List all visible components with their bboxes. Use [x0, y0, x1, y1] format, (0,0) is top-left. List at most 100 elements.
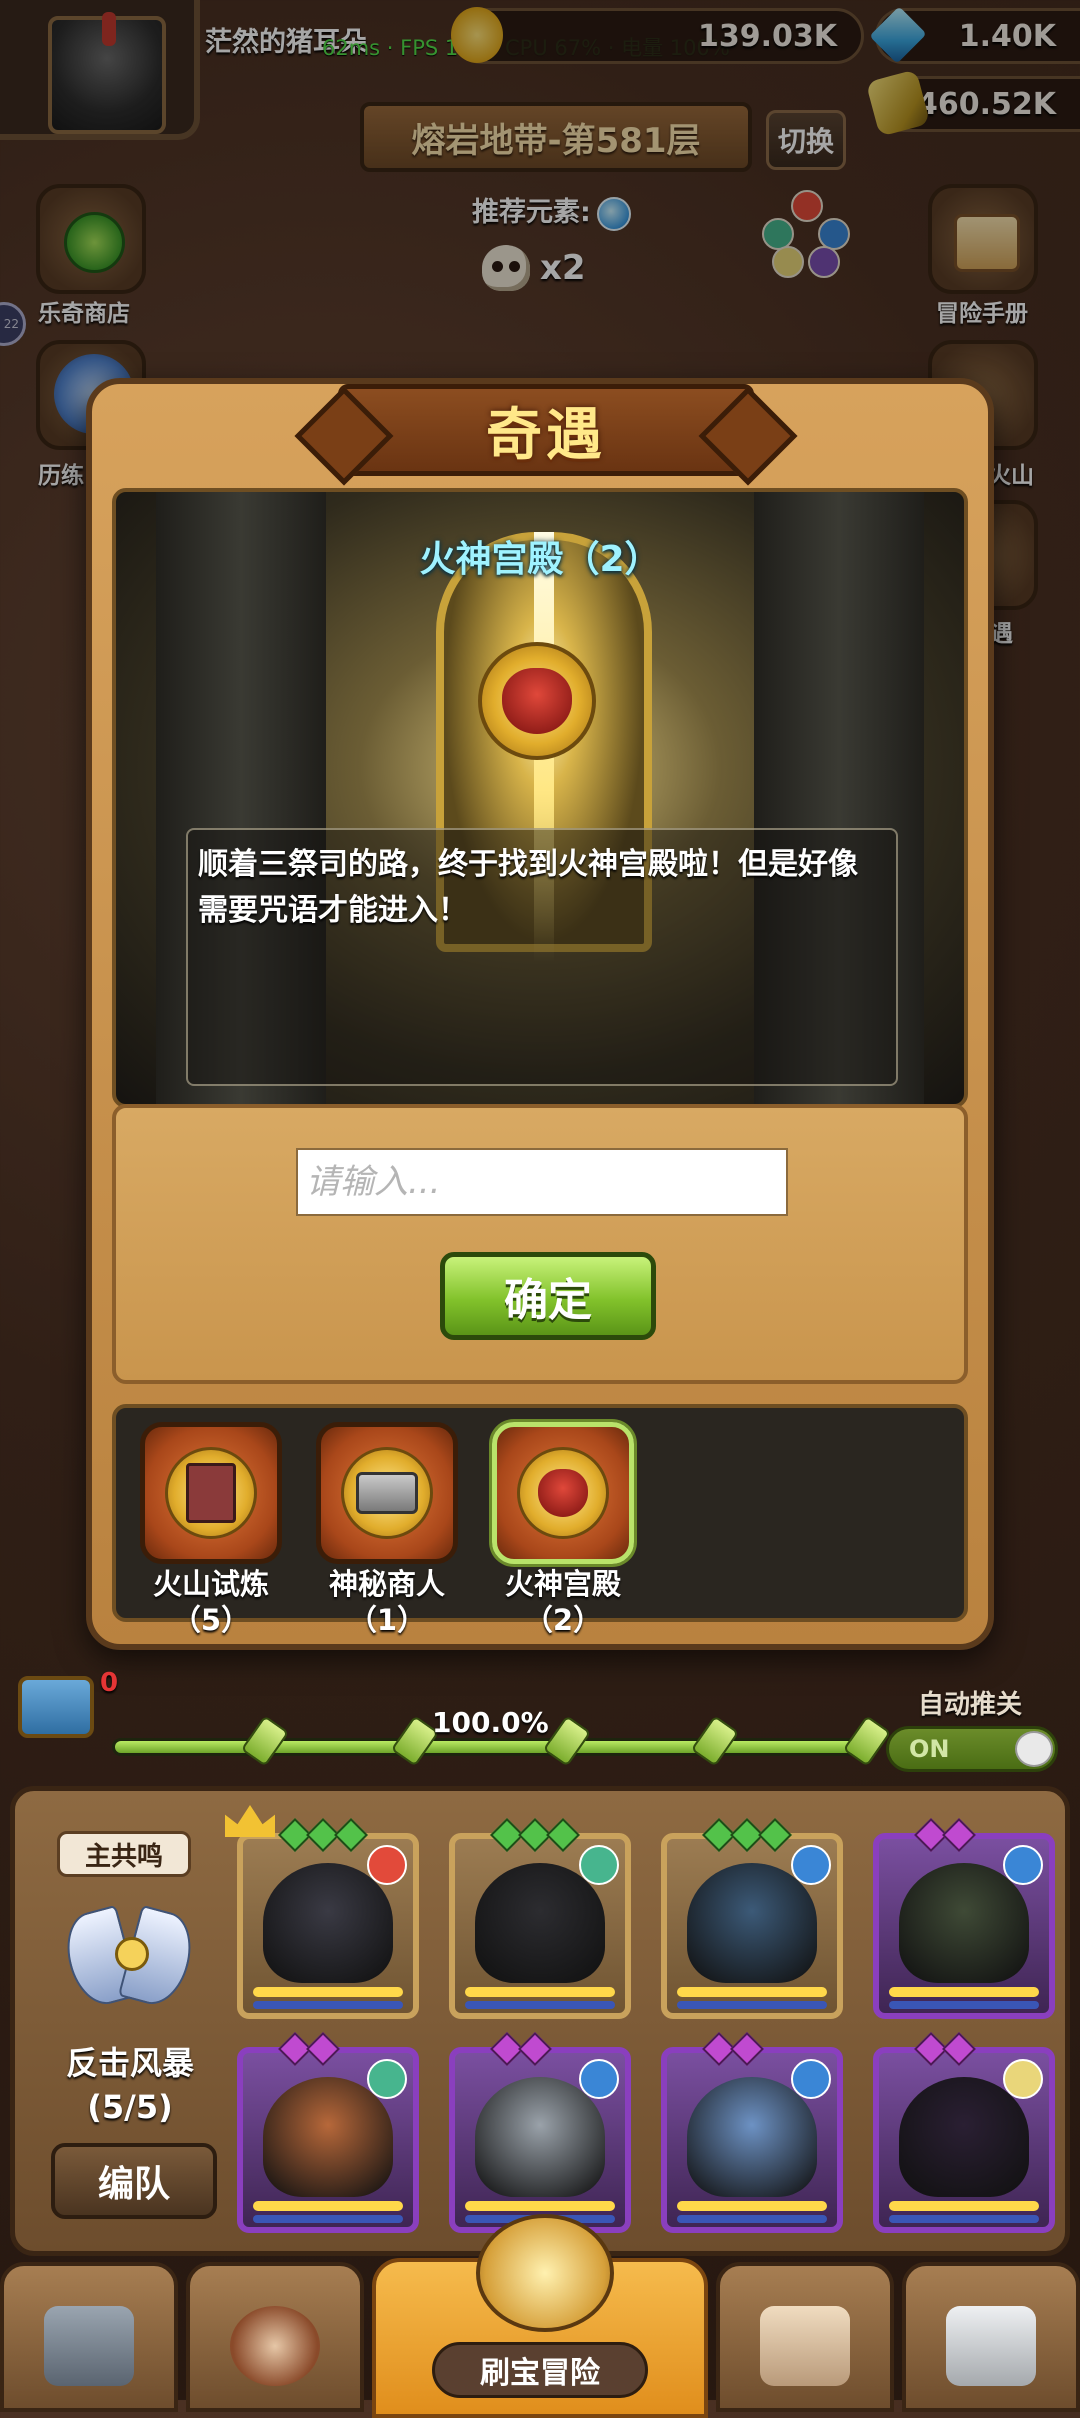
progress-percent: 100.0% [432, 1706, 549, 1739]
ore-amount: 460.52K [916, 86, 1056, 122]
gold-coin-icon [451, 7, 503, 63]
bottom-nav: 刷宝冒险 [0, 2214, 1080, 2418]
hero-portrait [263, 1863, 393, 1983]
nav-treasure-adventure[interactable]: 刷宝冒险 [372, 2214, 708, 2418]
nav-bag[interactable] [716, 2262, 894, 2412]
light-element-icon [772, 246, 804, 278]
nav-hero[interactable] [186, 2262, 364, 2412]
resonance-skill: 反击风暴 (5/5) [45, 2041, 215, 2129]
switch-button[interactable]: 切换 [766, 110, 846, 170]
event-name: 神秘商人 [328, 1567, 445, 1601]
event-emblem [316, 1422, 458, 1564]
modal-title-plate: 奇遇 [338, 384, 754, 476]
recommend-label: 推荐元素: [472, 197, 591, 228]
rank-gems [702, 1818, 792, 1852]
toggle-knob [1015, 1731, 1053, 1767]
bag-icon [760, 2306, 850, 2386]
rank-gems [914, 1818, 976, 1852]
spell-input[interactable] [296, 1148, 788, 1216]
fire-element-icon [367, 1845, 407, 1885]
hero-hp-bar [253, 2201, 403, 2211]
team-panel: 主共鸣 反击风暴 (5/5) 编队 [10, 1786, 1070, 2256]
auto-advance-toggle[interactable]: ON [886, 1726, 1058, 1772]
crown-icon [225, 1805, 275, 1837]
element-wheel-icon[interactable] [762, 190, 850, 278]
gem-icon [869, 6, 927, 64]
event-item-fire-god-palace[interactable]: 火神宫殿 （2） [478, 1422, 648, 1638]
hero-energy-bar [253, 2001, 403, 2009]
hero-portrait [475, 2077, 605, 2197]
hero-hp-bar [253, 1987, 403, 1997]
hero-card[interactable] [237, 2032, 419, 2233]
event-emblem-selected [492, 1422, 634, 1564]
ore-counter[interactable]: 460.52K [865, 69, 1080, 137]
formation-button[interactable]: 编队 [51, 2143, 217, 2219]
shop-icon [44, 2306, 134, 2386]
event-description: 顺着三祭司的路，终于找到火神宫殿啦！但是好像需要咒语才能进入！ [186, 828, 898, 1086]
treasure-adventure-icon [476, 2214, 614, 2332]
hero-hp-bar [677, 2201, 827, 2211]
rank-gem-icon [942, 1818, 976, 1852]
leader-tag: 主共鸣 [57, 1831, 191, 1877]
rank-gem-icon [334, 1818, 368, 1852]
hero-card[interactable] [873, 1818, 1055, 2019]
progress-fill [115, 1741, 869, 1753]
water-element-icon [579, 2059, 619, 2099]
rank-gem-icon [518, 2032, 552, 2066]
hero-hp-bar [889, 1987, 1039, 1997]
event-count: （1） [347, 1603, 427, 1637]
event-item-mystery-merchant[interactable]: 神秘商人 （1） [302, 1422, 472, 1638]
rank-gem-icon [546, 1818, 580, 1852]
side-edge-badge[interactable]: 22 [0, 302, 26, 346]
hero-energy-bar [677, 2215, 827, 2223]
nav-main-label: 刷宝冒险 [432, 2342, 648, 2398]
gem-counter[interactable]: 1.40K [869, 6, 1080, 64]
recommend-element: 推荐元素: [472, 190, 631, 231]
nav-shop[interactable] [0, 2262, 178, 2412]
event-label: 火山试炼 （5） [126, 1566, 296, 1638]
avatar[interactable] [48, 12, 166, 134]
water-element-icon [596, 196, 631, 231]
floor-banner: 熔岩地带-第581层 [360, 102, 752, 172]
skill-count: (5/5) [87, 2088, 173, 2126]
lucky-shop-button[interactable] [36, 184, 146, 294]
adventure-manual-button[interactable] [928, 184, 1038, 294]
event-title: 火神宫殿（2） [419, 539, 661, 580]
hero-card[interactable] [449, 2032, 631, 2233]
hero-portrait [263, 2077, 393, 2197]
resonance-wings-icon[interactable] [57, 1901, 201, 2012]
skill-name: 反击风暴 [65, 2044, 194, 2082]
key-icon [542, 1715, 592, 1767]
fire-element-icon [791, 190, 823, 222]
hero-hp-bar [465, 2201, 615, 2211]
input-panel: 确定 [112, 1104, 968, 1384]
skull-icon [482, 245, 530, 291]
confirm-button[interactable]: 确定 [440, 1252, 656, 1340]
treasure-chest-icon[interactable] [18, 1676, 94, 1738]
gold-ring [341, 1447, 433, 1539]
avatar-frame[interactable] [0, 0, 200, 140]
rank-gems [914, 2032, 976, 2066]
key-icon [842, 1715, 892, 1767]
hero-card[interactable] [661, 2032, 843, 2233]
wind-element-icon [579, 1845, 619, 1885]
hero-card[interactable] [449, 1818, 631, 2019]
water-element-icon [791, 2059, 831, 2099]
nav-forge[interactable] [902, 2262, 1080, 2412]
wind-element-icon [367, 2059, 407, 2099]
enemy-multiplier: x2 [482, 245, 586, 291]
fire-god-face-icon [502, 668, 572, 734]
hero-card[interactable] [225, 1805, 419, 2019]
merchant-emblem-icon [356, 1472, 418, 1514]
hero-energy-bar [889, 2215, 1039, 2223]
event-emblem [140, 1422, 282, 1564]
gold-counter[interactable]: 139.03K [451, 7, 864, 64]
event-count: （5） [171, 1603, 251, 1637]
book-emblem-icon [186, 1463, 236, 1523]
light-element-icon [1003, 2059, 1043, 2099]
rank-gem-icon [306, 2032, 340, 2066]
event-item-volcano-trial[interactable]: 火山试炼 （5） [126, 1422, 296, 1638]
hero-card[interactable] [873, 2032, 1055, 2233]
hero-energy-bar [677, 2001, 827, 2009]
hero-card[interactable] [661, 1818, 843, 2019]
